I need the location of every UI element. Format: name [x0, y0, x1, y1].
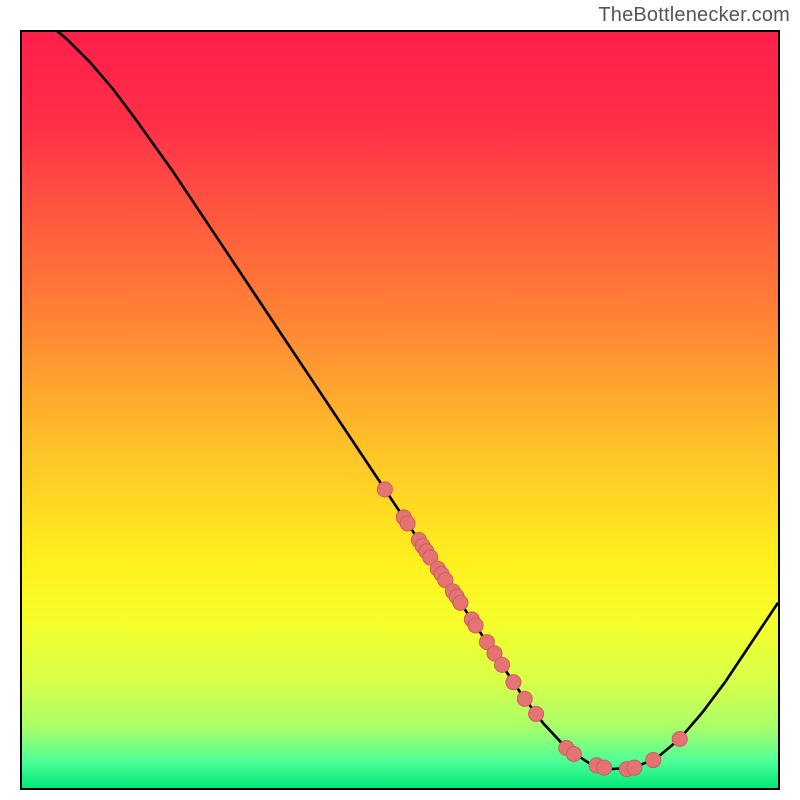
data-marker	[566, 746, 581, 761]
data-marker	[400, 516, 415, 531]
plot-area	[20, 30, 780, 790]
chart-stage: TheBottlenecker.com	[0, 0, 800, 800]
data-marker	[627, 760, 642, 775]
chart-background	[22, 32, 778, 788]
data-marker	[468, 618, 483, 633]
attribution-text: TheBottlenecker.com	[598, 4, 790, 27]
data-marker	[517, 691, 532, 706]
data-marker	[646, 752, 661, 767]
data-marker	[495, 657, 510, 672]
chart-svg	[22, 32, 778, 788]
data-marker	[377, 482, 392, 497]
data-marker	[453, 595, 468, 610]
data-marker	[672, 731, 687, 746]
data-marker	[529, 706, 544, 721]
data-marker	[597, 760, 612, 775]
data-marker	[506, 675, 521, 690]
